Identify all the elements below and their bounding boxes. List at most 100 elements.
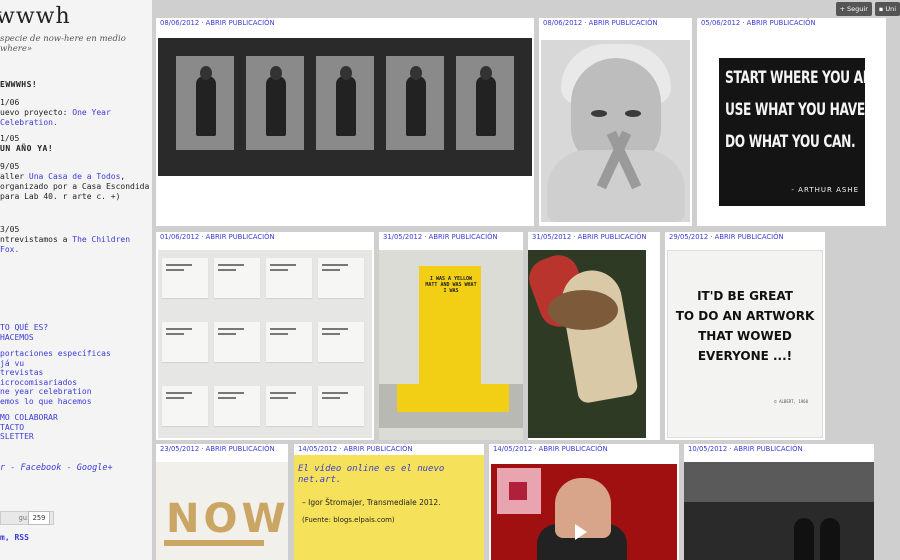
post-header[interactable]: 01/06/2012 · ABRIR PUBLICACIÓN bbox=[156, 232, 374, 243]
quote-line: USE WHAT YOU HAVE. bbox=[725, 100, 865, 120]
person-silhouette bbox=[794, 518, 814, 560]
post-header[interactable]: 08/06/2012 · ABRIR PUBLICACIÓN bbox=[539, 18, 692, 29]
post-card[interactable]: 29/05/2012 · ABRIR PUBLICACIÓN IT'D BE G… bbox=[665, 232, 825, 440]
nav-item-entrevistas[interactable]: trevistas bbox=[0, 368, 150, 378]
post-header[interactable]: 29/05/2012 · ABRIR PUBLICACIÓN bbox=[665, 232, 825, 243]
post-header[interactable]: 31/05/2012 · ABRIR PUBLICACIÓN bbox=[379, 232, 523, 243]
now-sculpture-image[interactable]: NOW bbox=[156, 462, 288, 560]
news-heading: EWWWHS! bbox=[0, 80, 38, 89]
eye-shape bbox=[625, 110, 641, 117]
wall-panel bbox=[266, 386, 312, 426]
post-card[interactable]: 23/05/2012 · ABRIR PUBLICACIÓN NOW bbox=[156, 444, 288, 560]
wall-panel bbox=[214, 322, 260, 362]
nav-item-aportaciones[interactable]: portaciones específicas bbox=[0, 349, 150, 359]
post-card[interactable]: 31/05/2012 · ABRIR PUBLICACIÓN I WAS A Y… bbox=[379, 232, 523, 440]
quote-author: - ARTHUR ASHE bbox=[791, 186, 859, 194]
follow-top-button[interactable]: + Seguir bbox=[835, 2, 872, 16]
open-post-link[interactable]: ABRIR PUBLICACIÓN bbox=[715, 233, 784, 241]
yellow-spill bbox=[397, 384, 509, 412]
quote-source[interactable]: (Fuente: blogs.elpais.com) bbox=[302, 516, 395, 524]
film-strip-image[interactable] bbox=[158, 38, 532, 176]
open-post-link[interactable]: ABRIR PUBLICACIÓN bbox=[344, 445, 413, 453]
quote-line: DO WHAT YOU CAN. bbox=[725, 132, 856, 152]
wall-panel bbox=[318, 258, 364, 298]
open-post-link[interactable]: ABRIR PUBLICACIÓN bbox=[578, 233, 647, 241]
post-date: 14/05/2012 bbox=[493, 445, 533, 453]
news-text: uevo proyecto: bbox=[0, 108, 73, 117]
dark-photo-image[interactable] bbox=[684, 462, 874, 560]
painting-image[interactable] bbox=[528, 250, 646, 438]
post-card[interactable]: 31/05/2012 · ABRIR PUBLICACIÓN bbox=[528, 232, 660, 440]
open-post-link[interactable]: ABRIR PUBLICACIÓN bbox=[206, 19, 275, 27]
post-header[interactable]: 31/05/2012 · ABRIR PUBLICACIÓN bbox=[528, 232, 660, 243]
wall-panel bbox=[214, 258, 260, 298]
nav-item-que-es[interactable]: TO QUÉ ES? bbox=[0, 323, 150, 333]
open-post-link[interactable]: ABRIR PUBLICACIÓN bbox=[429, 233, 498, 241]
wall-panel bbox=[266, 322, 312, 362]
play-icon[interactable] bbox=[575, 524, 587, 540]
wall-panel bbox=[266, 258, 312, 298]
wall-panel bbox=[162, 258, 208, 298]
poster-text-line: IT'D BE GREAT bbox=[697, 289, 793, 303]
open-post-link[interactable]: ABRIR PUBLICACIÓN bbox=[206, 445, 275, 453]
social-links[interactable]: r - Facebook - Google+ bbox=[0, 463, 113, 473]
post-date: 08/06/2012 bbox=[543, 19, 583, 27]
nav-item-one-year[interactable]: ne year celebration bbox=[0, 387, 150, 397]
open-post-link[interactable]: ABRIR PUBLICACIÓN bbox=[734, 445, 803, 453]
wall-panel bbox=[162, 386, 208, 426]
film-frame bbox=[316, 56, 374, 150]
site-tagline: specie de now-here en medio where» bbox=[0, 34, 126, 54]
nav-item-hacemos-lo-que[interactable]: emos lo que hacemos bbox=[0, 397, 150, 407]
nav-item-contacto[interactable]: TACTO bbox=[0, 423, 150, 433]
post-card[interactable]: 14/05/2012 · ABRIR PUBLICACIÓN El vídeo … bbox=[294, 444, 484, 560]
nav-item-microcomisariados[interactable]: icrocomisariados bbox=[0, 378, 150, 388]
top-controls: + Seguir ▪ Uni bbox=[835, 2, 900, 16]
post-card[interactable]: 14/05/2012 · ABRIR PUBLICACIÓN bbox=[489, 444, 679, 560]
nav-item-colaborar[interactable]: MO COLABORAR bbox=[0, 413, 150, 423]
nav-item-hacemos[interactable]: HACEMOS bbox=[0, 333, 150, 343]
news-date: 1/05 bbox=[0, 134, 20, 143]
post-date: 29/05/2012 bbox=[669, 233, 709, 241]
nav-item-deja-vu[interactable]: já vu bbox=[0, 359, 150, 369]
film-frame bbox=[386, 56, 444, 150]
post-header[interactable]: 23/05/2012 · ABRIR PUBLICACIÓN bbox=[156, 444, 288, 455]
plus-icon: + bbox=[839, 5, 846, 13]
pink-cube-image bbox=[497, 468, 541, 514]
yellow-banner-image[interactable]: I WAS A YELLOW MATT AND WAS WHAT I WAS bbox=[379, 250, 523, 440]
open-post-link[interactable]: ABRIR PUBLICACIÓN bbox=[539, 445, 608, 453]
post-card[interactable]: 08/06/2012 · ABRIR PUBLICACIÓN bbox=[539, 18, 692, 226]
post-header[interactable]: 14/05/2012 · ABRIR PUBLICACIÓN bbox=[489, 444, 679, 455]
join-button[interactable]: ▪ Uni bbox=[874, 2, 900, 16]
video-thumbnail[interactable] bbox=[491, 464, 677, 560]
news-link[interactable]: Una Casa de a Todos bbox=[29, 172, 121, 181]
nav-item-newsletter[interactable]: SLETTER bbox=[0, 432, 150, 442]
post-header[interactable]: 05/06/2012 · ABRIR PUBLICACIÓN bbox=[697, 18, 886, 29]
rss-link[interactable]: m, RSS bbox=[0, 533, 29, 542]
site-title[interactable]: wwwh bbox=[0, 4, 71, 29]
post-date: 31/05/2012 bbox=[532, 233, 572, 241]
open-post-link[interactable]: ABRIR PUBLICACIÓN bbox=[589, 19, 658, 27]
post-date: 05/06/2012 bbox=[701, 19, 741, 27]
news-date: 1/06 bbox=[0, 98, 20, 107]
post-card[interactable]: 10/05/2012 · ABRIR PUBLICACIÓN bbox=[684, 444, 874, 560]
post-card[interactable]: 08/06/2012 · ABRIR PUBLICACIÓN bbox=[156, 18, 534, 226]
post-header[interactable]: 14/05/2012 · ABRIR PUBLICACIÓN bbox=[294, 444, 484, 455]
post-card[interactable]: 05/06/2012 · ABRIR PUBLICACIÓN START WHE… bbox=[697, 18, 886, 226]
news-item: 9/05 aller Una Casa de a Todos, organiza… bbox=[0, 162, 150, 202]
news-text: aller bbox=[0, 172, 29, 181]
user-icon: ▪ bbox=[878, 5, 884, 13]
open-post-link[interactable]: ABRIR PUBLICACIÓN bbox=[747, 19, 816, 27]
gallery-wall-image[interactable] bbox=[158, 250, 372, 438]
text-poster-image[interactable]: IT'D BE GREAT TO DO AN ARTWORK THAT WOWE… bbox=[667, 250, 823, 438]
portrait-image[interactable] bbox=[541, 40, 690, 222]
news-text: UN AÑO YA! bbox=[0, 144, 54, 153]
post-header[interactable]: 10/05/2012 · ABRIR PUBLICACIÓN bbox=[684, 444, 874, 455]
post-header[interactable]: 08/06/2012 · ABRIR PUBLICACIÓN bbox=[156, 18, 534, 29]
quote-attribution: – Igor Štromajer, Transmediale 2012. bbox=[302, 498, 441, 507]
post-date: 01/06/2012 bbox=[160, 233, 200, 241]
film-frame bbox=[246, 56, 304, 150]
quote-poster-image[interactable]: START WHERE YOU ARE. USE WHAT YOU HAVE. … bbox=[719, 58, 865, 206]
news-item: 1/06 uevo proyecto: One Year Celebration… bbox=[0, 98, 150, 128]
post-card[interactable]: 01/06/2012 · ABRIR PUBLICACIÓN bbox=[156, 232, 374, 440]
open-post-link[interactable]: ABRIR PUBLICACIÓN bbox=[206, 233, 275, 241]
